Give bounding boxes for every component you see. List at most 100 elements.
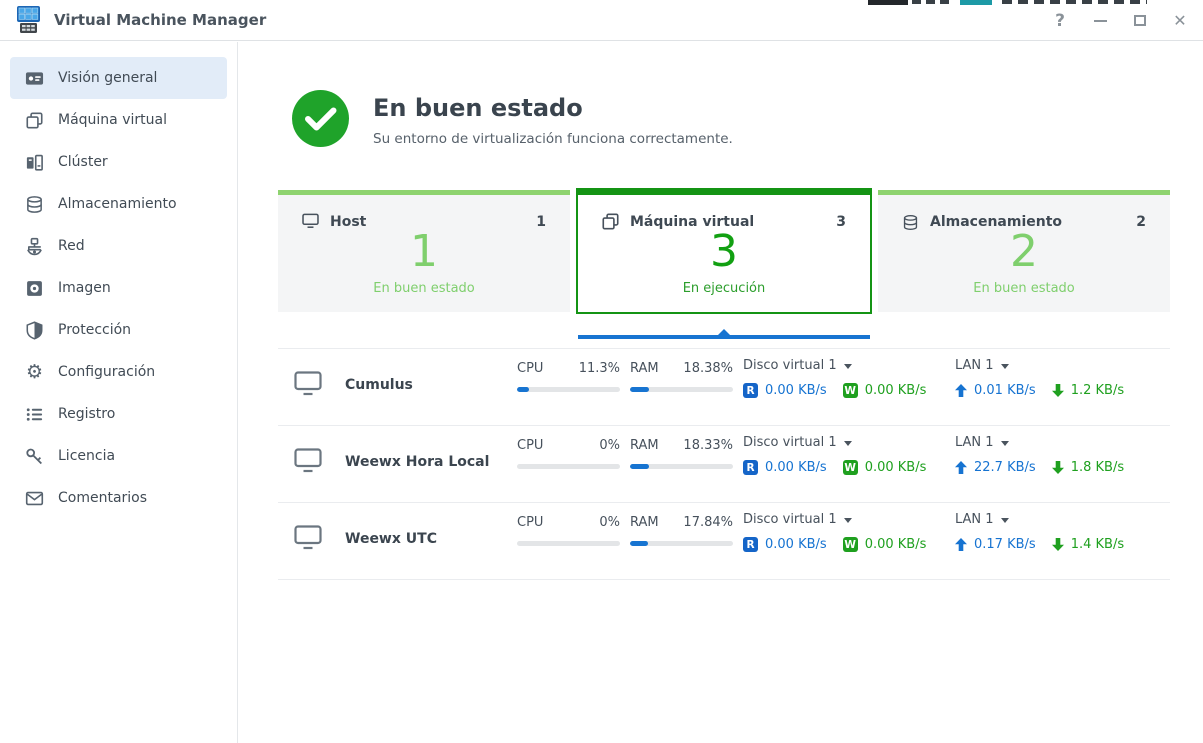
vm-monitor-icon [294, 448, 322, 473]
lan-selector[interactable]: LAN 1 [955, 358, 1124, 373]
disk-io: Disco virtual 1 R 0.00 KB/s W 0.00 KB/s [743, 358, 926, 398]
ram-meter: RAM18.38% [630, 361, 733, 392]
chevron-down-icon [844, 518, 852, 523]
write-badge-icon: W [843, 537, 858, 552]
mail-icon [25, 489, 44, 508]
shield-icon [25, 321, 44, 340]
log-icon [25, 405, 44, 424]
close-button[interactable]: ✕ [1171, 12, 1189, 30]
disk-write-speed: 0.00 KB/s [865, 460, 927, 475]
lan-download-speed: 1.8 KB/s [1071, 460, 1124, 475]
vm-name: Cumulus [345, 377, 505, 393]
sidebar-item-imagen[interactable]: Imagen [10, 267, 227, 309]
lan-selector[interactable]: LAN 1 [955, 435, 1124, 450]
cpu-value: 0% [599, 515, 620, 530]
disk-io: Disco virtual 1 R 0.00 KB/s W 0.00 KB/s [743, 512, 926, 552]
download-arrow-icon [1052, 384, 1064, 397]
disk-selector[interactable]: Disco virtual 1 [743, 435, 926, 450]
vm-row-weewx-utc[interactable]: Weewx UTC CPU0% RAM17.84% Disco virtual … [278, 503, 1170, 580]
sidebar-item-almacenamiento[interactable]: Almacenamiento [10, 183, 227, 225]
app-title: Virtual Machine Manager [54, 11, 266, 29]
vm-row-cumulus[interactable]: Cumulus CPU11.3% RAM18.38% Disco virtual… [278, 349, 1170, 426]
disk-read-speed: 0.00 KB/s [765, 460, 827, 475]
background-window-fragment [1002, 0, 1147, 4]
sidebar-item-proteccion[interactable]: Protección [10, 309, 227, 351]
upload-arrow-icon [955, 384, 967, 397]
lan-upload-speed: 0.17 KB/s [974, 537, 1036, 552]
card-status-text: En ejecución [578, 281, 870, 296]
overview-icon [25, 69, 44, 88]
download-arrow-icon [1052, 461, 1064, 474]
card-status-bar [578, 190, 870, 195]
minimize-button[interactable] [1091, 12, 1109, 30]
summary-card-maquina-virtual[interactable]: Máquina virtual 3 3 En ejecución [576, 188, 872, 314]
vm-row-weewx-hora-local[interactable]: Weewx Hora Local CPU0% RAM18.33% Disco v… [278, 426, 1170, 503]
disk-write-speed: 0.00 KB/s [865, 537, 927, 552]
lan-io: LAN 1 0.17 KB/s 1.4 KB/s [955, 512, 1124, 552]
background-window-fragment [0, 0, 1203, 6]
status-title: En buen estado [373, 94, 733, 122]
lan-download-speed: 1.4 KB/s [1071, 537, 1124, 552]
sidebar-item-configuracion[interactable]: ⚙ Configuración [10, 351, 227, 393]
sidebar-item-red[interactable]: Red [10, 225, 227, 267]
summary-cards: Host 1 1 En buen estado Máquina virtual … [278, 190, 1170, 312]
disk-io: Disco virtual 1 R 0.00 KB/s W 0.00 KB/s [743, 435, 926, 475]
sidebar-item-maquina-virtual[interactable]: Máquina virtual [10, 99, 227, 141]
disk-selector[interactable]: Disco virtual 1 [743, 358, 926, 373]
card-status-bar [278, 190, 570, 195]
card-big-number: 1 [278, 230, 570, 274]
lan-io: LAN 1 22.7 KB/s 1.8 KB/s [955, 435, 1124, 475]
health-status-header: En buen estado Su entorno de virtualizac… [292, 90, 733, 147]
sidebar-item-vision-general[interactable]: Visión general [10, 57, 227, 99]
selected-card-indicator [578, 335, 870, 339]
upload-arrow-icon [955, 461, 967, 474]
write-badge-icon: W [843, 383, 858, 398]
cpu-value: 0% [599, 438, 620, 453]
sidebar-item-registro[interactable]: Registro [10, 393, 227, 435]
app-window: Virtual Machine Manager ? ✕ Visión gener… [0, 0, 1203, 743]
card-count: 1 [536, 214, 546, 230]
lan-download-speed: 1.2 KB/s [1071, 383, 1124, 398]
sidebar-item-comentarios[interactable]: Comentarios [10, 477, 227, 519]
sidebar-item-licencia[interactable]: Licencia [10, 435, 227, 477]
card-label: Host [330, 214, 366, 230]
cpu-value: 11.3% [579, 361, 620, 376]
chevron-down-icon [1001, 441, 1009, 446]
vm-monitor-icon [294, 371, 322, 396]
ram-value: 18.38% [683, 361, 733, 376]
cpu-meter: CPU11.3% [517, 361, 620, 392]
monitor-icon [302, 213, 319, 230]
main-content: En buen estado Su entorno de virtualizac… [239, 42, 1203, 743]
vm-name: Weewx Hora Local [345, 454, 505, 470]
vmm-app-icon [12, 4, 44, 36]
lan-selector[interactable]: LAN 1 [955, 512, 1124, 527]
card-label: Almacenamiento [930, 214, 1062, 230]
summary-card-almacenamiento[interactable]: Almacenamiento 2 2 En buen estado [878, 190, 1170, 312]
window-controls: ? ✕ [1051, 0, 1189, 41]
chevron-down-icon [1001, 518, 1009, 523]
chevron-down-icon [1001, 364, 1009, 369]
cpu-meter: CPU0% [517, 515, 620, 546]
gear-icon: ⚙ [25, 363, 44, 382]
ram-value: 18.33% [683, 438, 733, 453]
ram-meter: RAM18.33% [630, 438, 733, 469]
read-badge-icon: R [743, 383, 758, 398]
vm-icon [25, 111, 44, 130]
help-button[interactable]: ? [1051, 12, 1069, 30]
image-icon [25, 279, 44, 298]
cpu-meter: CPU0% [517, 438, 620, 469]
card-status-text: En buen estado [878, 281, 1170, 296]
background-window-fragment [868, 0, 908, 5]
download-arrow-icon [1052, 538, 1064, 551]
maximize-button[interactable] [1131, 12, 1149, 30]
summary-card-host[interactable]: Host 1 1 En buen estado [278, 190, 570, 312]
disk-read-speed: 0.00 KB/s [765, 383, 827, 398]
lan-upload-speed: 0.01 KB/s [974, 383, 1036, 398]
disk-write-speed: 0.00 KB/s [865, 383, 927, 398]
disk-selector[interactable]: Disco virtual 1 [743, 512, 926, 527]
card-big-number: 3 [578, 230, 870, 274]
chevron-down-icon [844, 441, 852, 446]
sidebar-item-cluster[interactable]: Clúster [10, 141, 227, 183]
sidebar: Visión general Máquina virtual Clúster A… [0, 42, 238, 743]
status-subtitle: Su entorno de virtualización funciona co… [373, 131, 733, 147]
